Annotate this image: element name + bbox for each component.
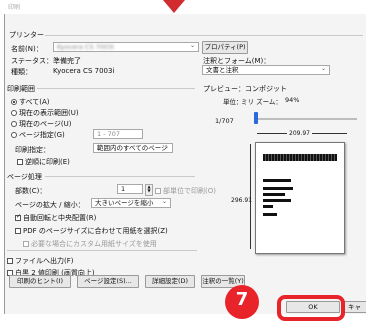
reverse-label: 逆順に印刷(E) (25, 158, 70, 166)
pages-input[interactable]: 1 - 707 (93, 129, 143, 139)
scale-label: ページの拡大 / 縮小： (15, 201, 85, 209)
properties-button[interactable]: プロパティ(P) (202, 41, 248, 54)
page-slider-thumb[interactable] (254, 112, 258, 124)
status-value: 準備完了 (53, 57, 81, 65)
copies-label: 部数(C)： (15, 187, 47, 195)
zoom-value: 94% (285, 96, 300, 104)
checkbox-icon (155, 188, 161, 194)
chevron-down-icon: ⌄ (320, 65, 326, 72)
handling-bottom-divider (7, 250, 197, 251)
comments-forms-value: 文書と注釈 (206, 66, 239, 74)
range-current-view-radio[interactable]: 現在の表示範囲(U) (11, 108, 79, 118)
range-pages-label: ページ指定(G) (19, 131, 65, 139)
page-handling-title: ページ処理 (7, 173, 42, 181)
preview-header-bar (263, 154, 337, 161)
custom-paper-label: 必要な場合にカスタム用紙サイズを使用 (31, 240, 157, 248)
range-current-page-label: 現在のページ(U) (19, 120, 72, 128)
pdf-size-checkbox[interactable]: PDF のページサイズに合わせて用紙を選択(Z) (15, 226, 168, 236)
radio-selected-icon (11, 99, 17, 105)
scale-value: 大きいページを縮小 (95, 199, 154, 207)
page-handling-divider (45, 176, 195, 177)
units-label: 単位： (223, 98, 243, 106)
preview-text-line (263, 205, 273, 208)
type-label: 種類： (11, 68, 32, 76)
ok-highlight-box (277, 295, 345, 321)
print-dialog: プリンター 名前(N)： Kyocera CS 7003i ⌄ プロパティ(P)… (4, 14, 366, 314)
checkbox-icon (7, 258, 13, 264)
range-current-view-label: 現在の表示範囲(U) (19, 109, 79, 117)
range-all-radio[interactable]: すべて(A) (11, 97, 49, 107)
printer-name-value: Kyocera CS 7003i (57, 43, 114, 51)
cancel-button[interactable]: キャンセル (344, 301, 366, 313)
checkbox-icon (23, 241, 29, 247)
range-all-label: すべて(A) (19, 98, 50, 106)
range-current-page-radio[interactable]: 現在のページ(U) (11, 119, 71, 129)
page-slider-track[interactable] (257, 118, 357, 120)
type-value: Kyocera CS 7003i (53, 67, 115, 75)
copies-value: 1 (121, 185, 126, 193)
copies-input[interactable]: 1 (117, 184, 143, 194)
page-setup-button[interactable]: ページ設定(S)... (77, 275, 139, 288)
checkbox-icon (17, 159, 23, 165)
subset-value: 範囲内のすべてのページ (97, 144, 168, 152)
collate-checkbox[interactable]: 部単位で印刷(O) (155, 186, 216, 196)
units-value: ミリ ズーム： (241, 98, 282, 106)
preview-title: プレビュー：コンポジット (203, 85, 287, 93)
width-dimension-value: 209.97 (287, 130, 312, 137)
step-arrow-marker (163, 0, 185, 13)
pages-input-value: 1 - 707 (97, 130, 121, 138)
status-label: ステータス： (11, 57, 53, 65)
comments-forms-select[interactable]: 文書と注釈 ⌄ (202, 65, 330, 75)
preview-text-line (263, 179, 291, 182)
custom-paper-checkbox[interactable]: 必要な場合にカスタム用紙サイズを使用 (23, 239, 157, 249)
print-range-divider (37, 88, 195, 89)
reverse-checkbox[interactable]: 逆順に印刷(E) (17, 157, 70, 167)
copies-stepper[interactable]: ▲ ▼ (145, 184, 153, 196)
collate-label: 部単位で印刷(O) (163, 187, 216, 195)
printer-name-label: 名前(N)： (11, 45, 43, 53)
checkbox-icon (15, 228, 21, 234)
printer-name-select[interactable]: Kyocera CS 7003i ⌄ (53, 42, 199, 52)
preview-text-line (263, 199, 291, 202)
subset-select[interactable]: 範囲内のすべてのページ ⌄ (93, 143, 173, 153)
print-range-title: 印刷範囲 (7, 85, 35, 93)
printer-divider (45, 35, 363, 36)
radio-icon (11, 110, 17, 116)
height-dimension-value: 296.91 (231, 197, 252, 204)
advanced-button[interactable]: 詳細設定(D) (145, 275, 195, 288)
chevron-down-icon: ⌄ (189, 42, 195, 49)
checkbox-checked-icon (15, 213, 21, 221)
preview-text-line (263, 187, 293, 190)
print-to-file-checkbox[interactable]: ファイルへ出力(F) (7, 256, 74, 266)
preview-page (255, 142, 345, 254)
pdf-size-label: PDF のページサイズに合わせて用紙を選択(Z) (23, 227, 168, 235)
print-tips-button[interactable]: 印刷のヒント(I) (9, 275, 71, 288)
printer-section-title: プリンター (9, 31, 44, 39)
preview-text-line (263, 193, 285, 196)
subset-label: 印刷指定： (15, 146, 50, 154)
page-counter: 1/707 (215, 117, 234, 125)
auto-rotate-label: 自動回転と中央配置(R) (23, 214, 97, 222)
chevron-down-icon: ⌄ (163, 143, 169, 150)
radio-icon (11, 121, 17, 127)
preview-text-line (263, 213, 277, 216)
chevron-down-icon: ⌄ (161, 198, 167, 205)
auto-rotate-checkbox[interactable]: 自動回転と中央配置(R) (15, 213, 96, 223)
radio-icon (11, 132, 17, 138)
scale-select[interactable]: 大きいページを縮小 ⌄ (91, 198, 171, 208)
range-pages-radio[interactable]: ページ指定(G) (11, 130, 65, 140)
window-title: 印刷 (8, 4, 21, 11)
print-to-file-label: ファイルへ出力(F) (15, 257, 74, 265)
